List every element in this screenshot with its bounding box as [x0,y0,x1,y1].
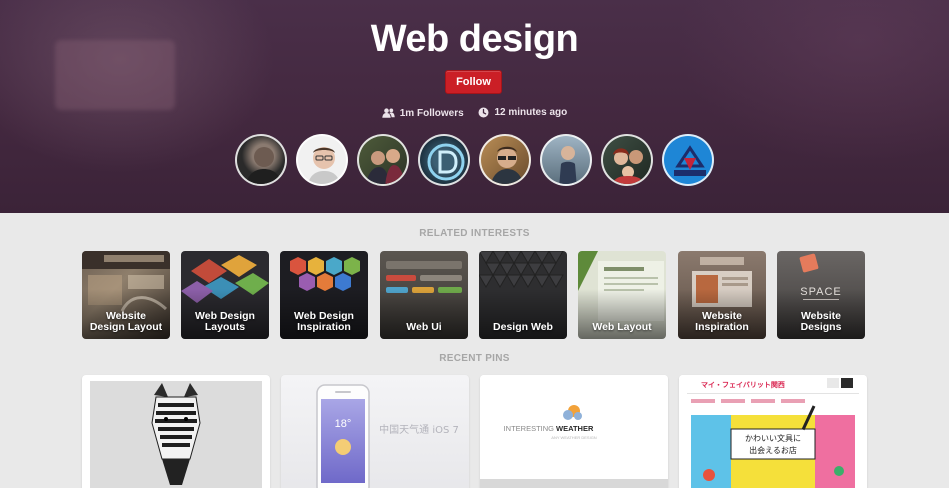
interesting-weather-logo: INTERESTING WEATHER ANY WEATHER DESIGN [480,375,668,488]
board-header: Web design Follow 1m Followers 12 minute… [0,0,949,213]
interest-label-line2: Inspiration [297,321,351,333]
pin-interesting-weather[interactable]: INTERESTING WEATHER ANY WEATHER DESIGN [480,375,668,488]
avatar[interactable] [662,134,714,186]
japan-tagline-2: 出会えるお店 [749,445,797,455]
pin-zebra[interactable] [82,375,270,488]
avatar[interactable] [235,134,287,186]
weather-title-1: INTERESTING [504,424,555,433]
interest-label-line2: Designs [800,321,842,333]
weather-subtitle: ANY WEATHER DESIGN [551,435,597,440]
followers-stat[interactable]: 1m Followers [382,108,464,119]
interest-website-inspiration[interactable]: Website Inspiration [678,251,766,339]
interest-label-line2: Inspiration [695,321,749,333]
interest-website-design-layout[interactable]: Website Design Layout [82,251,170,339]
interest-web-design-inspiration[interactable]: Web Design Inspiration [280,251,368,339]
updated-stat: 12 minutes ago [478,107,567,118]
avatar[interactable] [418,134,470,186]
interest-web-layout[interactable]: Web Layout [578,251,666,339]
pin-weather-ios7[interactable]: 18° 中国天气通 iOS 7 [281,375,469,488]
interest-web-design-layouts[interactable]: Web Design Layouts [181,251,269,339]
weather-temp: 18° [335,418,352,430]
interest-label-line1: Web Layout [592,321,652,333]
followers-count: 1m Followers [399,107,464,119]
clock-icon [478,107,489,118]
interest-website-designs[interactable]: SPACE WebsiteDesigns [777,251,865,339]
weather-caption: 中国天气通 iOS 7 [379,423,459,436]
iphone-illustration: 18° 中国天气通 iOS 7 [316,384,459,488]
avatar[interactable] [296,134,348,186]
avatar[interactable] [601,134,653,186]
board-stats: 1m Followers 12 minutes ago [0,107,949,121]
related-interests-heading: RELATED INTERESTS [419,228,530,239]
board-title: Web design [370,18,579,60]
weather-title-2: WEATHER [556,424,594,433]
followers-icon [382,108,395,118]
recent-pins-heading: RECENT PINS [439,353,510,364]
interest-label-line2: Layouts [204,321,246,333]
updated-time: 12 minutes ago [494,107,568,118]
follow-button[interactable]: Follow [445,70,502,94]
avatar[interactable] [479,134,531,186]
related-interests-list: Website Design Layout Web Design Layouts W… [82,251,867,339]
avatar[interactable] [540,134,592,186]
recent-pins-grid: 18° 中国天气通 iOS 7 INTERESTING WEATHER ANY … [82,375,867,488]
interest-label-line2: Design Layout [89,321,163,333]
zebra-illustration [90,381,262,488]
interest-label-line1: Design Web [493,321,553,333]
stationery-site-screenshot: マイ・フェイバリット関西 かわいい文具に 出会えるお店 [679,375,867,488]
japan-site-title: マイ・フェイバリット関西 [701,380,785,389]
interest-web-ui[interactable]: Web Ui [380,251,468,339]
interest-design-web[interactable]: Design Web [479,251,567,339]
avatar[interactable] [357,134,409,186]
japan-tagline-1: かわいい文具に [745,433,801,443]
pin-japanese-stationery[interactable]: マイ・フェイバリット関西 かわいい文具に 出会えるお店 [679,375,867,488]
interest-label-line1: Web Ui [406,321,442,333]
follower-avatars [235,134,715,188]
